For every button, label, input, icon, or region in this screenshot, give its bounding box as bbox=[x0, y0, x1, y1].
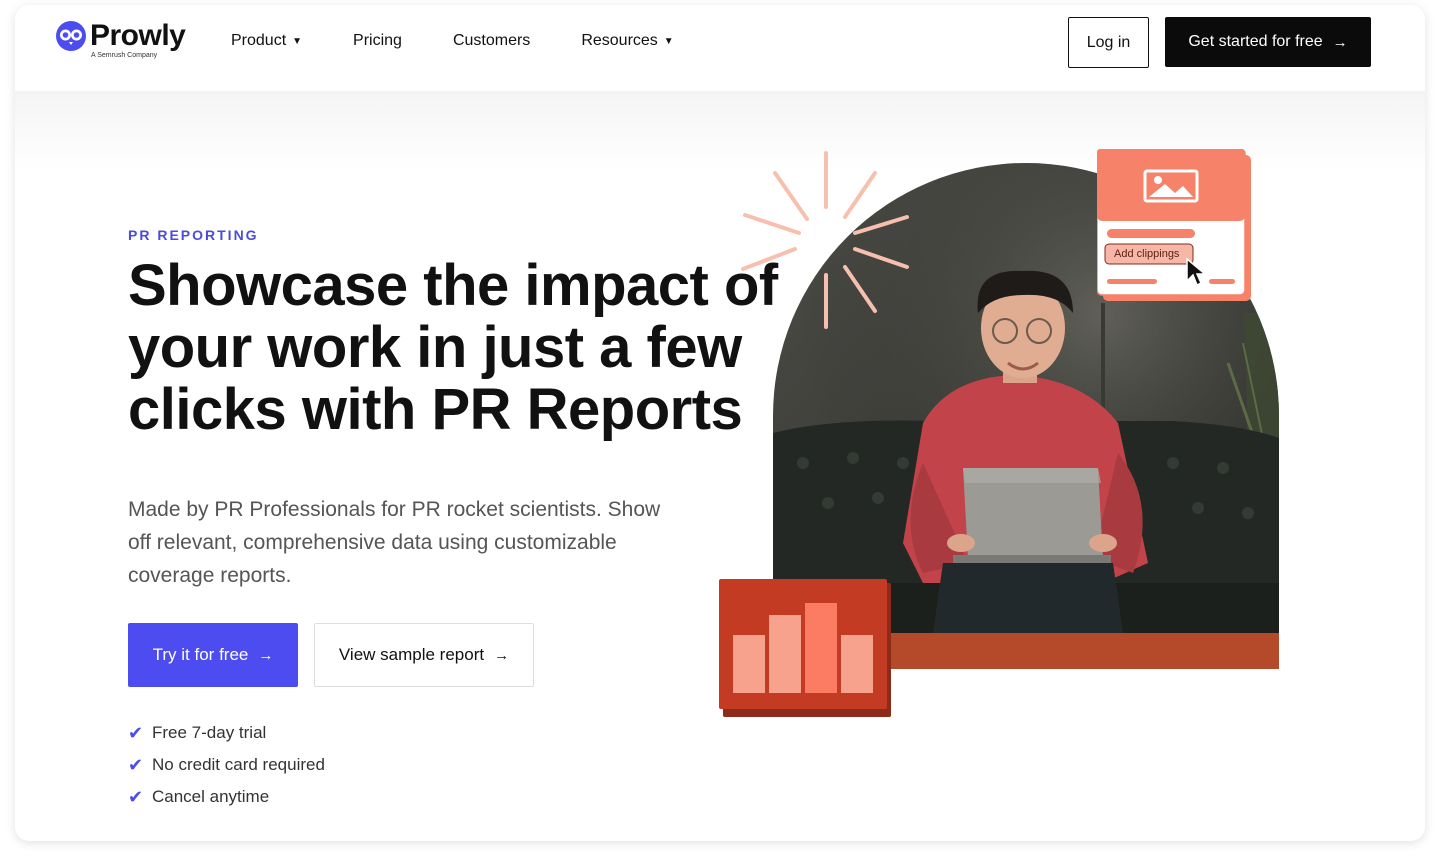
get-started-label: Get started for free bbox=[1188, 33, 1323, 50]
benefit-text: No credit card required bbox=[152, 755, 325, 774]
caret-down-icon: ▼ bbox=[292, 35, 303, 47]
benefit-item: ✔ No credit card required bbox=[128, 749, 325, 781]
add-clippings-label: Add clippings bbox=[1114, 248, 1180, 260]
nav-item-label: Product bbox=[231, 32, 287, 49]
try-for-free-label: Try it for free bbox=[152, 645, 249, 664]
check-icon: ✔ bbox=[128, 754, 144, 775]
try-for-free-button[interactable]: Try it for free → bbox=[128, 623, 298, 687]
nav-item-customers[interactable]: Customers bbox=[453, 32, 530, 50]
login-button[interactable]: Log in bbox=[1068, 17, 1149, 68]
nav-item-label: Pricing bbox=[353, 32, 402, 49]
hero-description: Made by PR Professionals for PR rocket s… bbox=[128, 498, 661, 587]
prowly-logo[interactable]: Prowly A Semrush Company bbox=[55, 19, 186, 59]
logo-subtitle: A Semrush Company bbox=[91, 52, 158, 59]
browser-frame: Prowly A Semrush Company Product ▼ Prici… bbox=[15, 5, 1425, 841]
section-eyebrow: PR REPORTING bbox=[128, 227, 259, 243]
arrow-right-icon: → bbox=[258, 646, 274, 664]
report-chart-card bbox=[719, 579, 891, 717]
cursor-arrow-icon bbox=[1185, 257, 1208, 292]
check-icon: ✔ bbox=[128, 786, 144, 807]
hero-headline: Showcase the impact of your work in just… bbox=[128, 253, 778, 442]
benefit-text: Free 7-day trial bbox=[152, 723, 267, 742]
nav-item-pricing[interactable]: Pricing bbox=[353, 32, 402, 50]
arrow-right-icon: → bbox=[494, 646, 510, 664]
get-started-button[interactable]: Get started for free → bbox=[1165, 17, 1371, 67]
nav-links: Product ▼ Pricing Customers Resources ▼ bbox=[231, 32, 674, 50]
image-icon bbox=[1143, 169, 1199, 208]
benefit-text: Cancel anytime bbox=[152, 787, 270, 806]
benefits-list: ✔ Free 7-day trial ✔ No credit card requ… bbox=[128, 717, 325, 813]
view-sample-report-button[interactable]: View sample report → bbox=[314, 623, 534, 687]
nav-item-resources[interactable]: Resources ▼ bbox=[581, 32, 673, 50]
nav-item-label: Customers bbox=[452, 32, 531, 49]
caret-down-icon: ▼ bbox=[663, 35, 674, 47]
add-clippings-card: Add clippings bbox=[1097, 149, 1252, 301]
logo-wordmark: Prowly bbox=[90, 19, 186, 52]
check-icon: ✔ bbox=[128, 722, 144, 743]
benefit-item: ✔ Free 7-day trial bbox=[128, 717, 325, 749]
benefit-item: ✔ Cancel anytime bbox=[128, 781, 325, 813]
nav-item-label: Resources bbox=[581, 32, 658, 49]
owl-logo-icon bbox=[55, 20, 87, 52]
login-button-label: Log in bbox=[1086, 33, 1131, 51]
top-navigation: Prowly A Semrush Company Product ▼ Prici… bbox=[15, 5, 1425, 91]
nav-item-product[interactable]: Product ▼ bbox=[231, 32, 302, 50]
view-sample-label: View sample report bbox=[338, 645, 485, 664]
arrow-right-icon: → bbox=[1332, 33, 1348, 51]
